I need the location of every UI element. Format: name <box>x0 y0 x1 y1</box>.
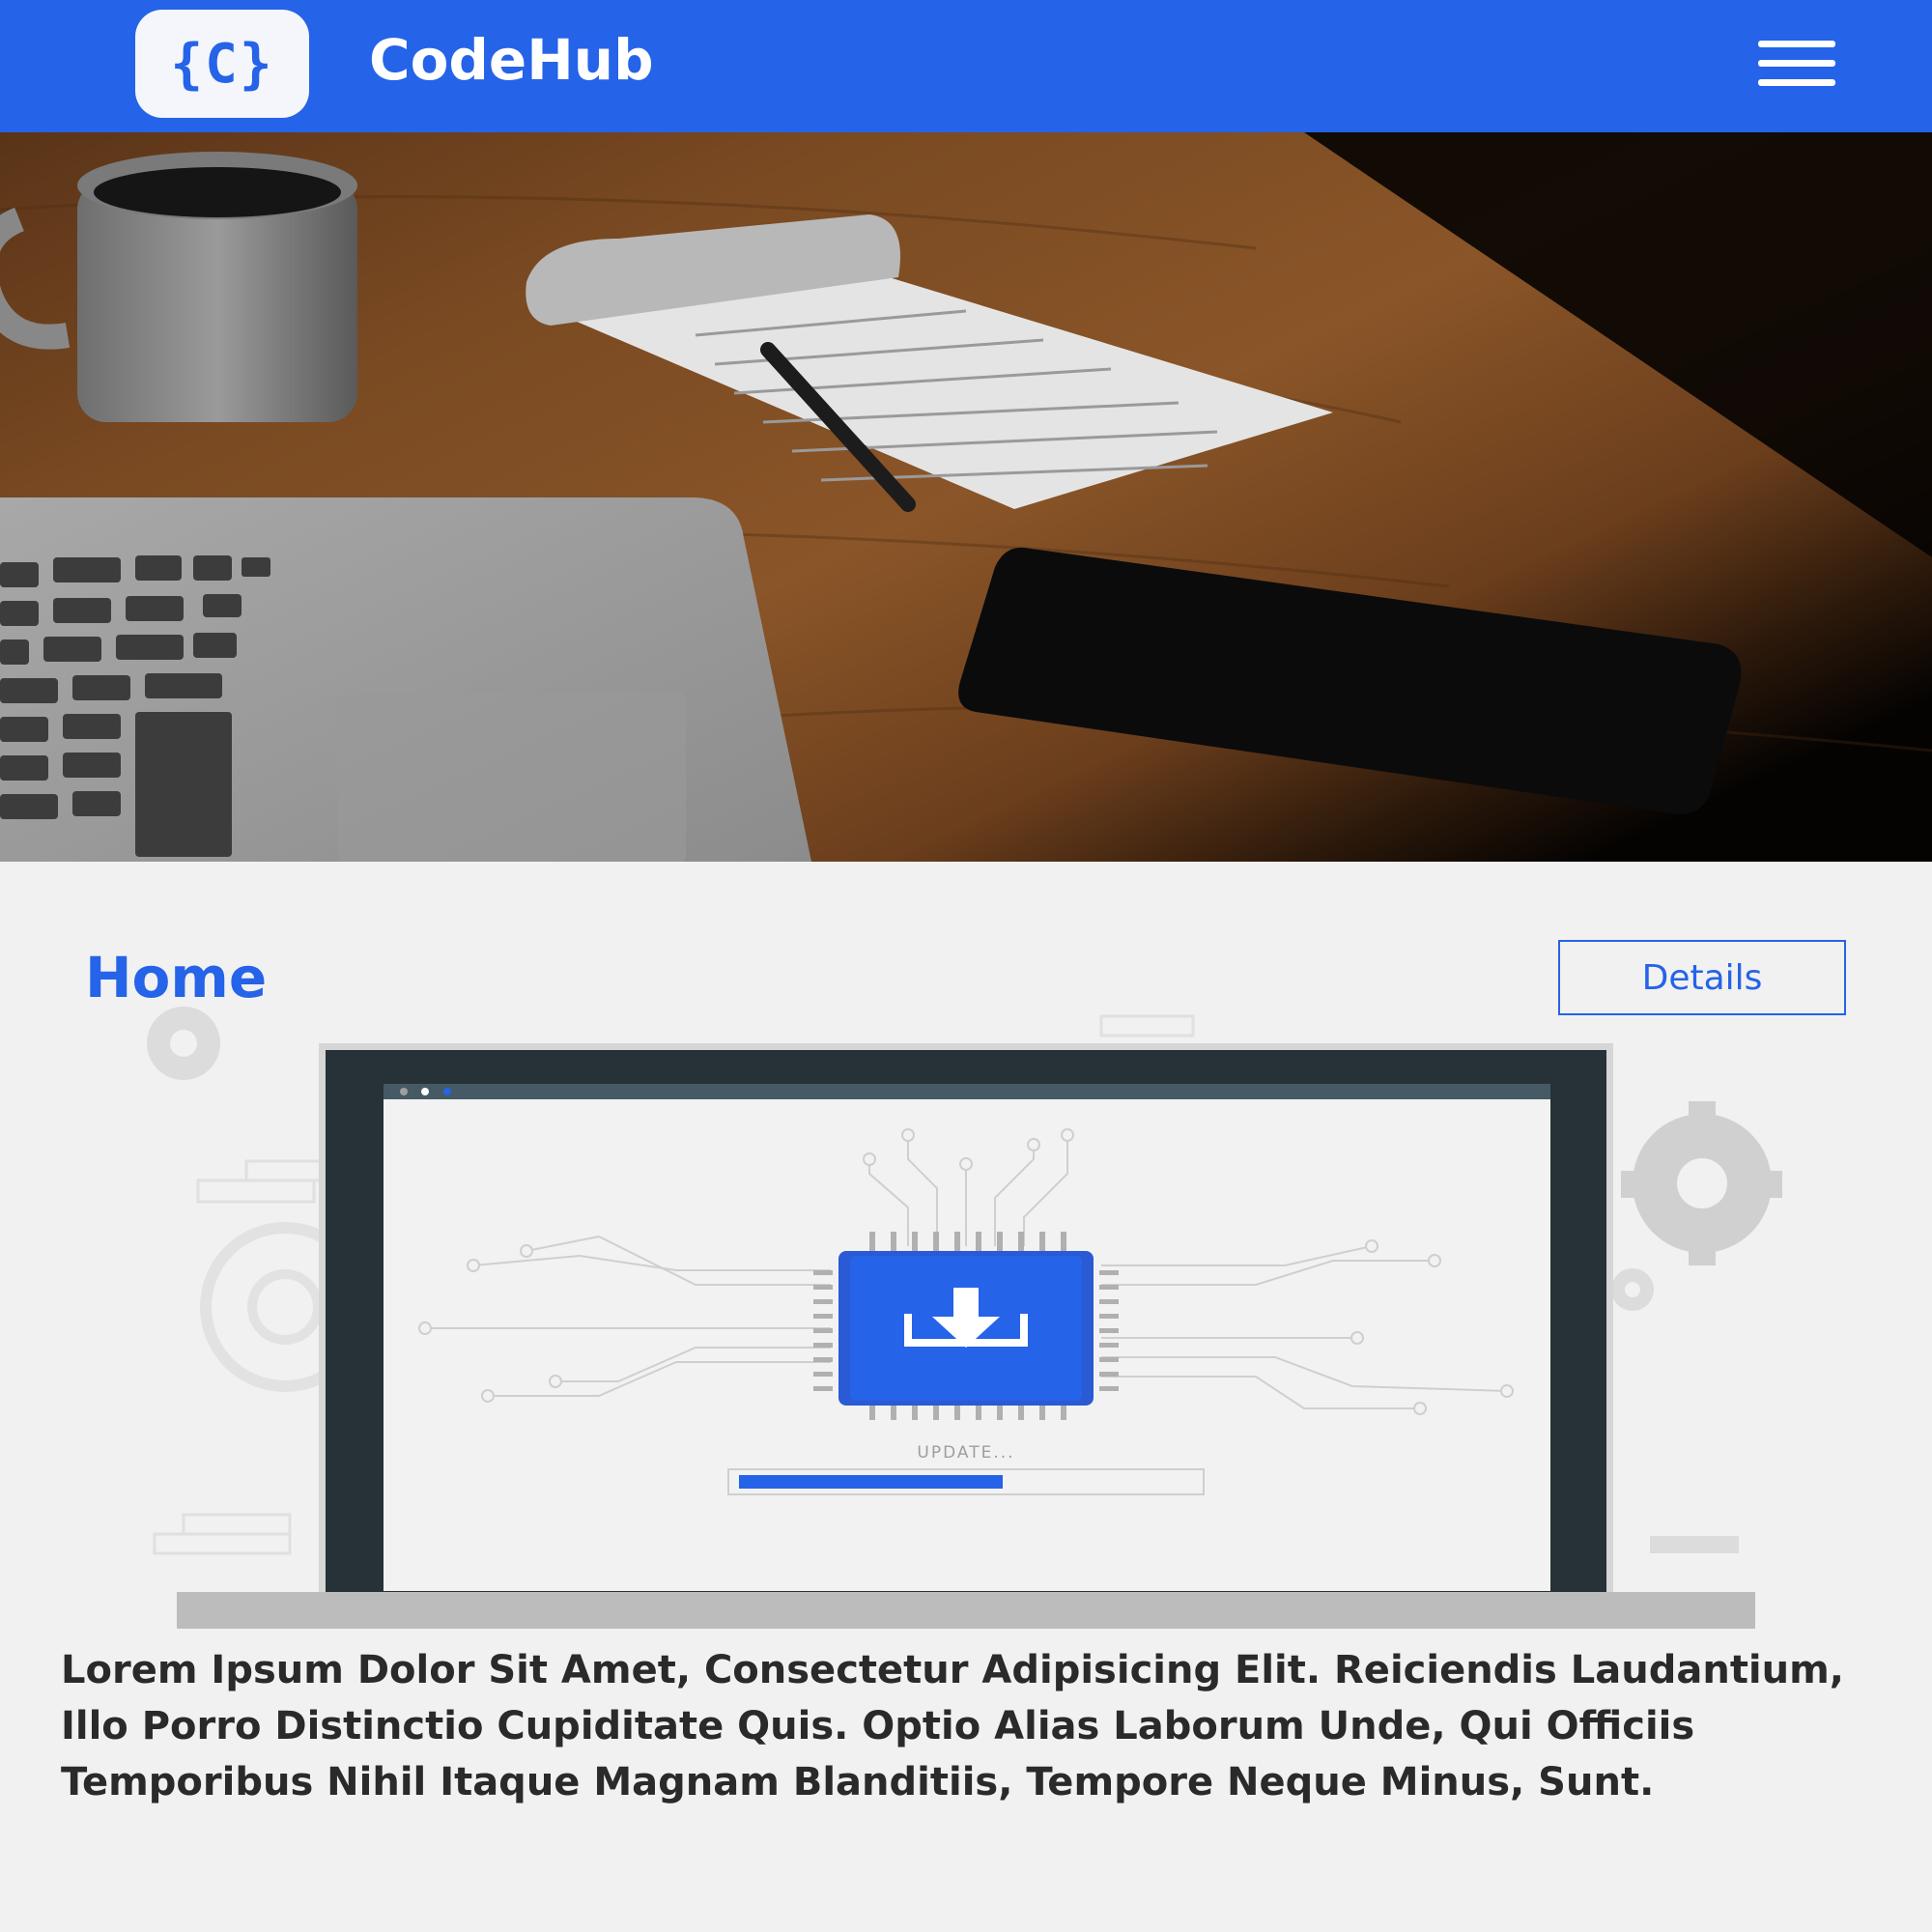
brand-title: CodeHub <box>369 27 654 93</box>
logo-text: {C} <box>170 32 274 96</box>
top-app-bar: {C} CodeHub <box>0 0 1932 132</box>
coffee-mug <box>0 152 357 422</box>
progress-fill <box>739 1475 1003 1489</box>
hamburger-menu-icon[interactable] <box>1758 41 1835 87</box>
gear-icon-right <box>1621 1101 1782 1265</box>
laptop <box>0 497 811 862</box>
update-status-text: UPDATE... <box>917 1443 1014 1463</box>
notepad <box>526 214 1333 509</box>
page-title: Home <box>85 945 268 1010</box>
hero-image <box>0 132 1932 862</box>
update-illustration: UPDATE... <box>0 1005 1932 1646</box>
download-chip-icon <box>838 1251 1094 1406</box>
logo[interactable]: {C} <box>135 10 309 118</box>
smartphone <box>958 547 1742 814</box>
body-text: Lorem Ipsum Dolor Sit Amet, Consectetur … <box>61 1648 1844 1804</box>
